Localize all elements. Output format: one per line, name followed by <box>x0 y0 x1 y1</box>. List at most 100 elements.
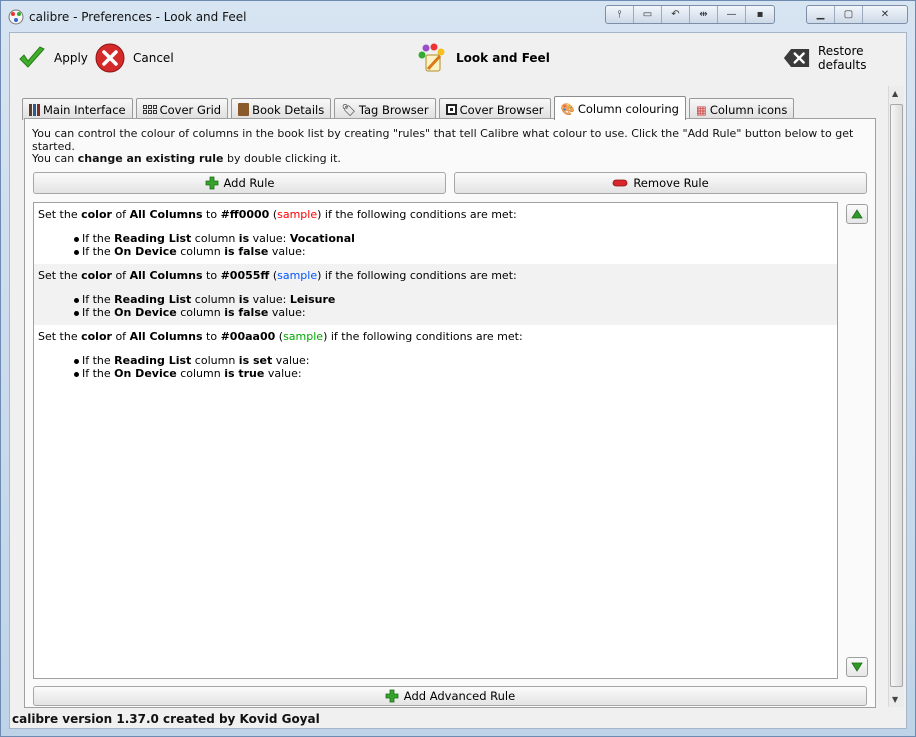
rule-description: Set the color of All Columns to #00aa00 … <box>38 329 833 345</box>
toolbar: Apply Cancel Look and Feel Restore defau… <box>10 33 906 85</box>
client-area: Apply Cancel Look and Feel Restore defau… <box>9 32 907 729</box>
tab-cover-grid[interactable]: Cover Grid <box>135 98 229 120</box>
bullet-icon <box>74 371 79 377</box>
intro-hint-suffix: by double clicking it. <box>223 152 341 165</box>
color-sample: sample <box>277 269 318 282</box>
cond-text: value: <box>268 306 306 319</box>
rule-description: Set the color of All Columns to #ff0000 … <box>38 207 833 223</box>
apply-button[interactable]: Apply <box>18 42 88 74</box>
rule-text: ( <box>269 269 278 282</box>
cond-text: value: <box>264 367 302 380</box>
tab-main-interface[interactable]: Main Interface <box>22 98 133 120</box>
cond-column: Reading List <box>114 293 192 306</box>
rules-list[interactable]: Set the color of All Columns to #ff0000 … <box>33 202 838 679</box>
dot-icon[interactable]: ▪ <box>746 6 774 23</box>
tab-label: Book Details <box>252 102 325 117</box>
cond-text: column <box>176 245 225 258</box>
dash-icon[interactable]: — <box>718 6 746 23</box>
cond-text: If the <box>82 232 115 245</box>
grid-icon <box>142 105 157 114</box>
rules-container: Set the color of All Columns to #ff0000 … <box>34 203 837 386</box>
minus-icon <box>612 179 628 187</box>
close-icon[interactable]: ✕ <box>863 6 907 23</box>
clear-icon <box>783 49 810 67</box>
rule-text: to <box>202 208 221 221</box>
color-sample: sample <box>277 208 318 221</box>
bullet-icon <box>74 236 79 242</box>
rule-text: if the following conditions are met: <box>321 269 517 282</box>
pin-icon[interactable]: ⫯ <box>606 6 634 23</box>
rollup-icon[interactable]: ↶ <box>662 6 690 23</box>
vertical-scrollbar[interactable]: ▲ ▼ <box>888 86 904 707</box>
rule-condition: If the On Device column is false value: <box>74 245 833 258</box>
tag-icon: 🏷 <box>341 102 356 117</box>
window-icon[interactable]: ▭ <box>634 6 662 23</box>
rule-kind: color <box>81 208 112 221</box>
cond-text: If the <box>82 306 115 319</box>
intro-hint-prefix: You can <box>32 152 78 165</box>
move-down-button[interactable] <box>846 657 868 677</box>
look-and-feel-icon <box>418 43 445 72</box>
title-bar[interactable]: calibre - Preferences - Look and Feel ⫯ … <box>1 1 915 32</box>
cond-text: value: <box>268 245 306 258</box>
remove-rule-button[interactable]: Remove Rule <box>454 172 867 194</box>
split-icon[interactable]: ⇹ <box>690 6 718 23</box>
bullet-icon <box>74 358 79 364</box>
remove-rule-label: Remove Rule <box>633 176 709 190</box>
rule-columns: All Columns <box>129 330 203 343</box>
rule-columns: All Columns <box>129 208 203 221</box>
restore-defaults-button[interactable]: Restore defaults <box>783 42 906 74</box>
window-title: calibre - Preferences - Look and Feel <box>29 10 247 24</box>
color-sample: sample <box>283 330 324 343</box>
tab-tag-browser[interactable]: 🏷 Tag Browser <box>334 98 436 120</box>
tab-column-colouring[interactable]: 🎨 Column colouring <box>553 96 686 120</box>
preferences-window: calibre - Preferences - Look and Feel ⫯ … <box>0 0 916 737</box>
rule-kind: color <box>81 330 112 343</box>
calibre-app-icon <box>8 9 24 25</box>
cond-column: On Device <box>114 306 177 319</box>
move-up-button[interactable] <box>846 204 868 224</box>
rule-item[interactable]: Set the color of All Columns to #00aa00 … <box>34 325 837 386</box>
cond-text: column <box>191 232 239 245</box>
scroll-up-icon[interactable]: ▲ <box>892 89 898 98</box>
tab-column-icons[interactable]: ▦ Column icons <box>688 98 795 120</box>
cond-text: If the <box>82 367 115 380</box>
rule-columns: All Columns <box>129 269 203 282</box>
rule-item[interactable]: Set the color of All Columns to #ff0000 … <box>34 203 837 264</box>
rule-text: if the following conditions are met: <box>327 330 523 343</box>
tab-label: Cover Browser <box>459 102 544 117</box>
scrollbar-thumb[interactable] <box>890 104 903 687</box>
add-rule-label: Add Rule <box>223 176 275 190</box>
intro-text: You can control the colour of columns in… <box>32 127 854 153</box>
minimize-icon[interactable]: ▁ <box>807 6 835 23</box>
add-rule-button[interactable]: Add Rule <box>33 172 446 194</box>
maximize-icon[interactable]: ▢ <box>835 6 863 23</box>
cond-value: Leisure <box>289 293 336 306</box>
rule-condition: If the Reading List column is set value: <box>74 354 833 367</box>
rule-item[interactable]: Set the color of All Columns to #0055ff … <box>34 264 837 325</box>
rule-condition: If the On Device column is false value: <box>74 306 833 319</box>
add-advanced-rule-button[interactable]: Add Advanced Rule <box>33 686 867 706</box>
bullet-icon <box>74 310 79 316</box>
tab-label: Main Interface <box>43 102 126 117</box>
arrow-up-icon <box>851 209 863 219</box>
tab-label: Column colouring <box>577 101 679 116</box>
intro-hint-bold: change an existing rule <box>77 152 224 165</box>
rule-text: Set the <box>38 269 82 282</box>
palette-icon: 🎨 <box>560 101 575 116</box>
tab-book-details[interactable]: Book Details <box>231 98 332 120</box>
cond-column: Reading List <box>114 354 192 367</box>
bullet-icon <box>74 249 79 255</box>
tab-cover-browser[interactable]: Cover Browser <box>438 98 551 120</box>
cond-operator: is false <box>224 245 269 258</box>
cond-operator: is false <box>224 306 269 319</box>
cond-text: column <box>191 354 239 367</box>
rule-text: of <box>111 208 130 221</box>
cond-text: value: <box>249 232 290 245</box>
rule-text: of <box>111 269 130 282</box>
cond-column: On Device <box>114 245 177 258</box>
plus-icon <box>385 689 399 703</box>
scroll-down-icon[interactable]: ▼ <box>892 695 898 704</box>
tab-bar: Main Interface Cover Grid Book Details 🏷… <box>22 96 795 120</box>
cancel-button[interactable]: Cancel <box>95 42 174 74</box>
